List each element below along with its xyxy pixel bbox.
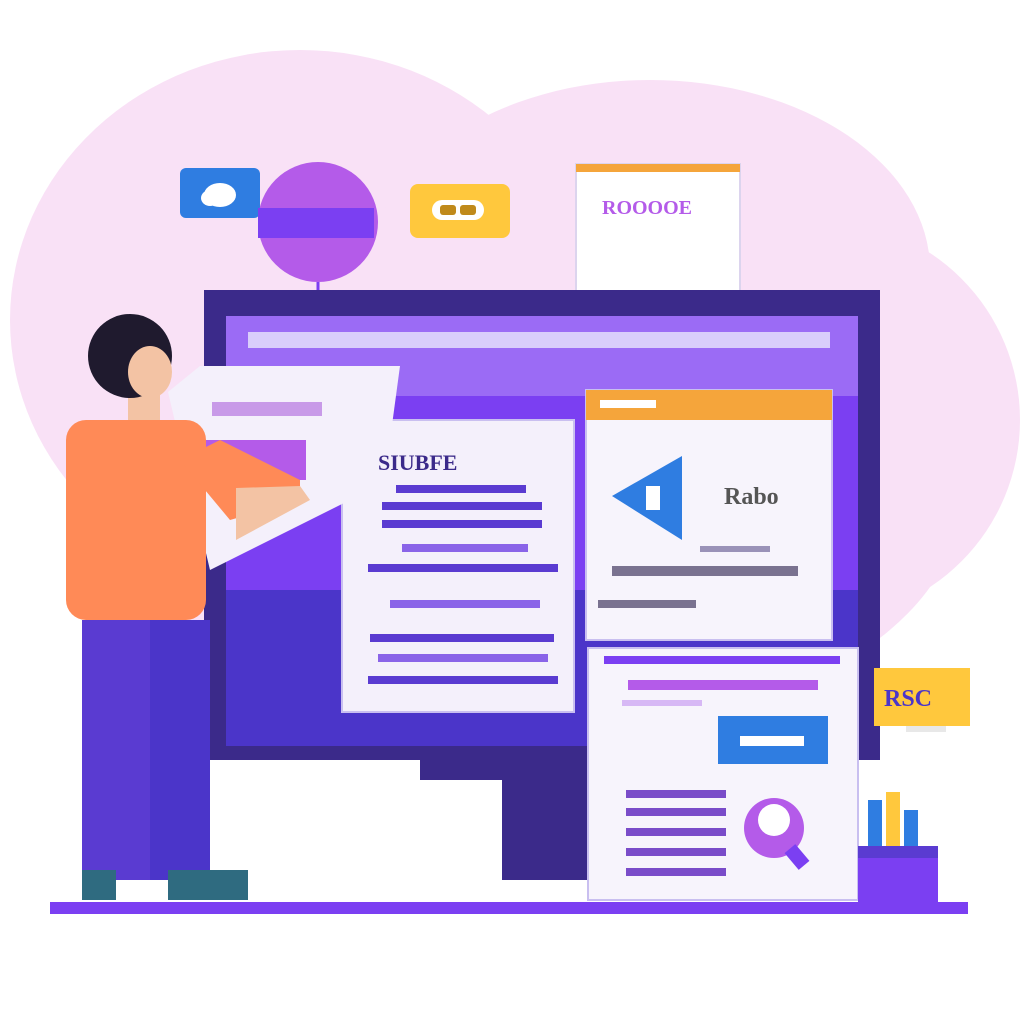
cloud-icon xyxy=(180,168,260,218)
content-panel xyxy=(587,647,859,901)
illustration-scene: ROOOOE SIUBFE Rabo RSC xyxy=(0,0,1024,1024)
panel-left-heading: SIUBFE xyxy=(378,450,457,475)
floor-line xyxy=(50,902,968,914)
illustration-canvas: ROOOOE SIUBFE Rabo RSC xyxy=(10,50,1020,914)
badge-label: RSC xyxy=(884,686,932,712)
pencil-cup xyxy=(858,792,938,904)
document-panel-left: SIUBFE xyxy=(341,419,575,713)
sticky-card: ROOOOE xyxy=(575,163,741,293)
badge: RSC xyxy=(874,668,970,732)
sticky-card-label: ROOOOE xyxy=(602,197,692,219)
player-panel: Rabo xyxy=(585,389,833,641)
toggle-icon xyxy=(410,184,510,238)
panel-right-heading: Rabo xyxy=(724,484,779,510)
